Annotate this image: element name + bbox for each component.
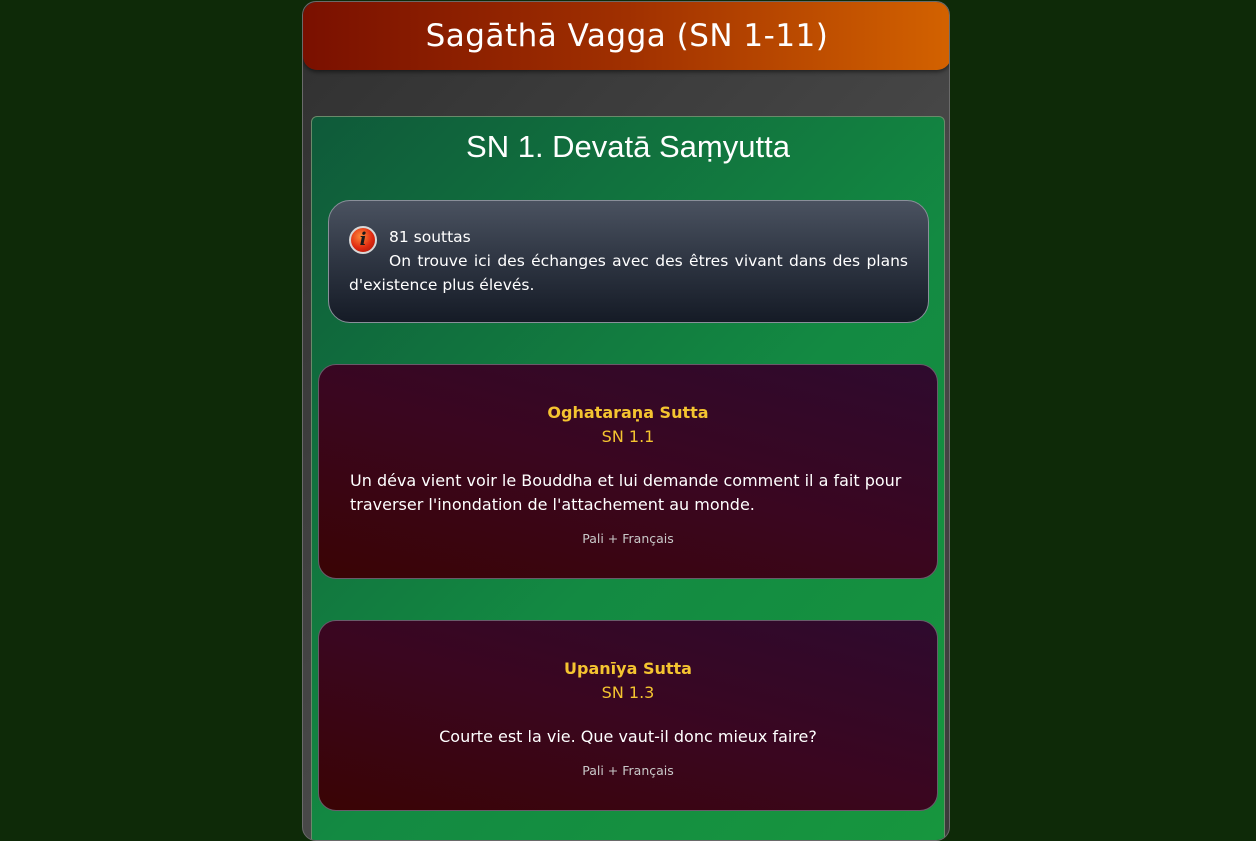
- sutta-name[interactable]: Oghataraṇa Sutta: [319, 401, 937, 425]
- vagga-header: Sagāthā Vagga (SN 1-11): [303, 2, 949, 70]
- samyutta-title[interactable]: SN 1. Devatā Saṃyutta: [312, 129, 944, 165]
- sutta-reference: SN 1.1: [601, 427, 655, 446]
- info-icon: i: [349, 226, 377, 254]
- vagga-title: Sagāthā Vagga (SN 1-11): [425, 18, 829, 54]
- sutta-name[interactable]: Upanīya Sutta: [319, 657, 937, 681]
- sutta-language-link[interactable]: Pali + Français: [319, 763, 937, 778]
- sutta-card-oghatarana[interactable]: Oghataraṇa Sutta SN 1.1 Un déva vient vo…: [318, 364, 938, 579]
- sutta-count: 81 souttas: [389, 228, 471, 246]
- samyutta-section: SN 1. Devatā Saṃyutta i 81 souttas On tr…: [311, 116, 945, 840]
- samyutta-description: On trouve ici des échanges avec des être…: [349, 252, 908, 294]
- samyutta-info-box: i 81 souttas On trouve ici des échanges …: [328, 200, 929, 323]
- sutta-card-upaniya[interactable]: Upanīya Sutta SN 1.3 Courte est la vie. …: [318, 620, 938, 811]
- sutta-reference: SN 1.3: [601, 683, 655, 702]
- sutta-language-link[interactable]: Pali + Français: [319, 531, 937, 546]
- sutta-summary: Courte est la vie. Que vaut-il donc mieu…: [439, 727, 817, 746]
- vagga-panel: Sagāthā Vagga (SN 1-11) SN 1. Devatā Saṃ…: [302, 1, 950, 841]
- sutta-summary: Un déva vient voir le Bouddha et lui dem…: [350, 471, 902, 514]
